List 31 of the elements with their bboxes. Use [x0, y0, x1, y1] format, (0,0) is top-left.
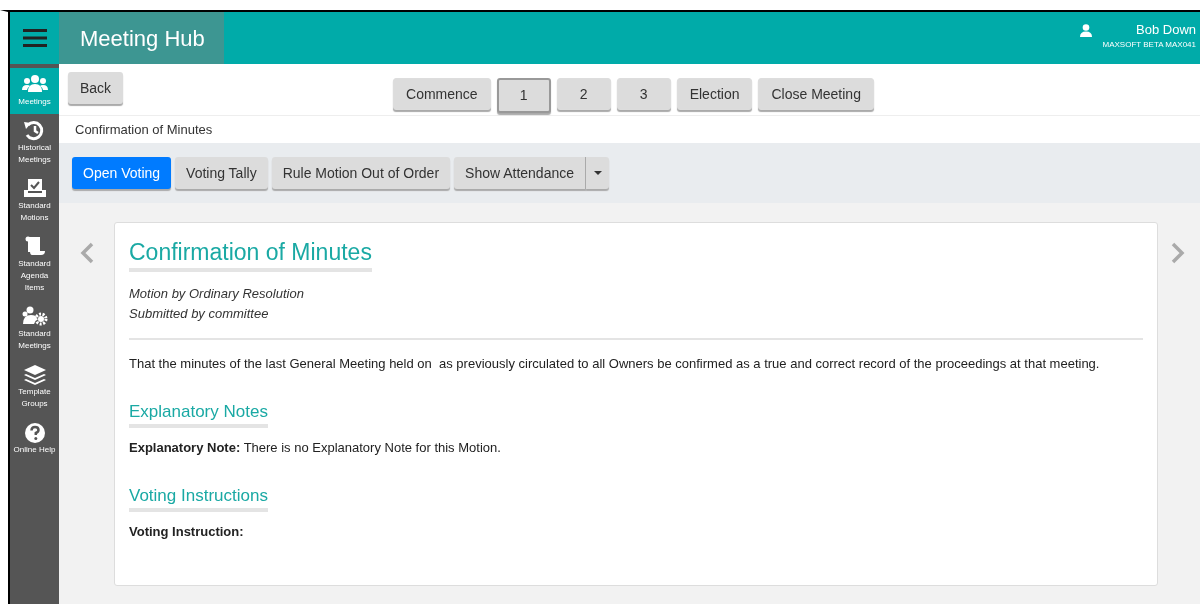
stage-button[interactable]: 2: [556, 78, 611, 110]
user-icon: [1080, 24, 1093, 37]
user-organization: MAXSOFT BETA MAX041: [1102, 39, 1196, 51]
action-button[interactable]: Show Attendance: [454, 157, 587, 189]
user-name: Bob Down: [1136, 22, 1196, 38]
section-heading: Voting Instructions: [129, 484, 268, 507]
breadcrumb: Confirmation of Minutes: [75, 120, 213, 139]
users-gear-icon: [21, 306, 48, 328]
action-button[interactable]: Open Voting: [72, 157, 172, 189]
submitted-by: Submitted by committee: [129, 305, 270, 323]
ballot-box-icon: [21, 178, 48, 200]
back-button[interactable]: Back: [68, 72, 124, 104]
action-button[interactable]: Rule Motion Out of Order: [271, 157, 451, 189]
stage-button[interactable]: Close Meeting: [758, 78, 874, 110]
motion-text: That the minutes of the last General Meeting held on as previously circulated to all Owners be confirmed as a true and correct record of the proceedings at that meeting.: [129, 355, 1101, 373]
dropdown-toggle[interactable]: [586, 157, 610, 189]
chevron-right-icon[interactable]: [1171, 242, 1185, 264]
menu-icon[interactable]: [22, 28, 47, 48]
motion-type: Motion by Ordinary Resolution: [129, 285, 305, 303]
caret-icon: [593, 171, 602, 175]
section-note: Explanatory Note: There is no Explanatory Note for this Motion.: [129, 439, 502, 457]
motion-title: Confirmation of Minutes: [129, 238, 372, 267]
app-title: Meeting Hub: [80, 24, 205, 53]
stage-button[interactable]: 3: [616, 78, 671, 110]
stage-button[interactable]: Election: [676, 78, 753, 110]
chevron-left-icon[interactable]: [79, 242, 94, 264]
action-button[interactable]: Voting Tally: [175, 157, 268, 189]
stage-button[interactable]: 1: [496, 78, 551, 113]
section-note: Voting Instruction:: [129, 522, 245, 541]
section-heading: Explanatory Notes: [129, 401, 268, 423]
stage-button[interactable]: Commence: [393, 78, 491, 110]
